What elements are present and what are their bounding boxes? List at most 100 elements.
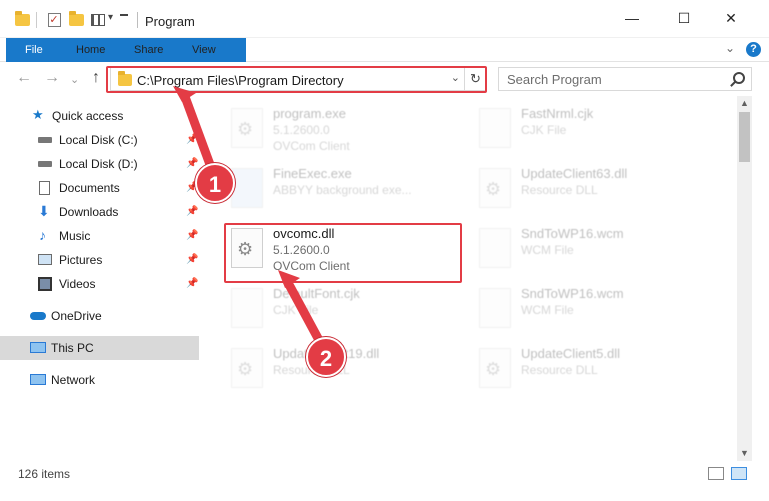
sidebar-item-local-disk-c[interactable]: Local Disk (C:) 📌 [0,128,199,152]
file-detail: CJK File [521,123,567,137]
file-item[interactable]: SndToWP16.wcm WCM File [479,224,719,282]
file-detail: CJK File [273,303,319,317]
file-item[interactable]: DefaultFont.cjk CJK File [231,284,471,342]
documents-icon [39,181,50,195]
sidebar-item-label: Pictures [59,253,103,267]
file-detail: OVCom Client [273,139,350,153]
sidebar-item-network[interactable]: Network [0,368,199,392]
search-input[interactable] [499,68,719,90]
sidebar-item-videos[interactable]: Videos 📌 [0,272,199,296]
sidebar-item-label: OneDrive [51,309,102,323]
minimize-button[interactable]: — [609,0,655,36]
vertical-scrollbar[interactable]: ▲ ▼ [737,96,752,461]
sidebar-item-music[interactable]: ♪ Music 📌 [0,224,199,248]
pin-icon[interactable]: 📌 [186,128,198,152]
sidebar-item-quick-access[interactable]: ★ Quick access [0,104,199,128]
file-detail: ABBYY background exe... [273,183,412,197]
file-detail: 5.1.2600.0 [273,123,330,137]
file-name: SndToWP16.wcm [521,286,624,301]
ribbon: File Home Share View ⌄ ? [0,38,769,96]
file-item[interactable]: UpdateClient19.dll Resource DLL [231,344,471,402]
file-item[interactable]: UpdateClient5.dll Resource DLL [479,344,719,402]
file-item[interactable]: program.exe 5.1.2600.0 OVCom Client [231,104,471,162]
file-item[interactable]: FineExec.exe ABBYY background exe... [231,164,471,222]
sidebar-item-label: Videos [59,277,96,291]
sidebar-item-documents[interactable]: Documents 📌 [0,176,199,200]
help-icon[interactable]: ? [746,42,761,57]
scroll-thumb[interactable] [739,112,750,162]
file-item[interactable]: FastNrml.cjk CJK File [479,104,719,162]
application-icon [231,108,263,148]
status-bar: 126 items [0,461,769,486]
sidebar-item-label: Network [51,373,96,387]
tab-home[interactable]: Home [64,38,117,62]
sidebar-item-label: Quick access [52,109,124,123]
pictures-icon [38,254,52,265]
file-icon [479,288,511,328]
file-item[interactable]: SndToWP16.wcm WCM File [479,284,719,342]
step-1-callout: 1 [195,163,235,203]
computer-icon [30,342,46,353]
close-button[interactable]: ✕ [708,0,754,36]
large-icons-view-icon[interactable] [731,467,747,480]
drive-icon [38,137,52,143]
pin-icon[interactable]: 📌 [186,272,198,296]
new-folder-icon[interactable] [68,11,84,28]
file-name: FastNrml.cjk [521,106,594,121]
file-name: UpdateClient5.dll [521,346,621,361]
file-item[interactable]: UpdateClient63.dll Resource DLL [479,164,719,222]
drive-icon [38,161,52,167]
divider [137,12,138,28]
sidebar-item-label: Downloads [59,205,119,219]
step-2-callout: 2 [306,337,346,377]
file-name: FineExec.exe [273,166,352,181]
up-button[interactable]: ↑ [92,70,100,86]
file-name: UpdateClient63.dll [521,166,628,181]
file-icon [479,108,511,148]
tab-view[interactable]: View [180,38,228,62]
divider [36,12,37,28]
sidebar-item-pictures[interactable]: Pictures 📌 [0,248,199,272]
sidebar-item-label: Music [59,229,91,243]
star-icon: ★ [32,107,44,122]
pin-icon[interactable]: 📌 [186,224,198,248]
sidebar-item-downloads[interactable]: ⬇ Downloads 📌 [0,200,199,224]
dll-file-icon [479,348,511,388]
scroll-up-icon[interactable]: ▲ [737,96,752,111]
cloud-icon [30,312,46,320]
recent-locations-button[interactable]: ⌄ [70,72,79,88]
music-icon: ♪ [39,227,46,243]
customize-toolbar-icon[interactable] [120,14,128,16]
sidebar-item-onedrive[interactable]: OneDrive [0,304,199,328]
sidebar-item-label: Documents [59,181,120,195]
forward-button[interactable]: → [44,70,60,86]
search-icon[interactable] [733,72,745,84]
search-box[interactable] [498,67,752,91]
download-icon: ⬇ [38,203,50,219]
file-detail: WCM File [521,243,574,257]
pin-icon[interactable]: 📌 [186,200,198,224]
back-button[interactable]: ← [16,70,32,86]
details-view-icon[interactable] [708,467,724,480]
file-name: SndToWP16.wcm [521,226,624,241]
expand-ribbon-icon[interactable]: ⌄ [725,41,735,55]
sidebar-item-label: Local Disk (C:) [59,133,138,147]
maximize-button[interactable]: ☐ [661,0,707,36]
scroll-down-icon[interactable]: ▼ [737,446,752,461]
sidebar-item-local-disk-d[interactable]: Local Disk (D:) 📌 [0,152,199,176]
file-name: DefaultFont.cjk [273,286,360,301]
file-highlight-box [224,223,462,283]
properties-icon[interactable]: ✓ [46,12,62,28]
sidebar-item-this-pc[interactable]: This PC [0,336,199,360]
navigation-pane: ★ Quick access Local Disk (C:) 📌 Local D… [0,96,205,461]
pin-icon[interactable]: 📌 [186,248,198,272]
address-highlight-box [106,66,487,93]
file-icon [479,228,511,268]
sidebar-item-label: Local Disk (D:) [59,157,138,171]
file-icon [231,288,263,328]
chevron-down-icon[interactable]: ▾ [108,12,113,23]
view-options-icon[interactable] [90,12,106,28]
dll-file-icon [479,168,511,208]
file-name: program.exe [273,106,346,121]
tab-share[interactable]: Share [122,38,175,62]
